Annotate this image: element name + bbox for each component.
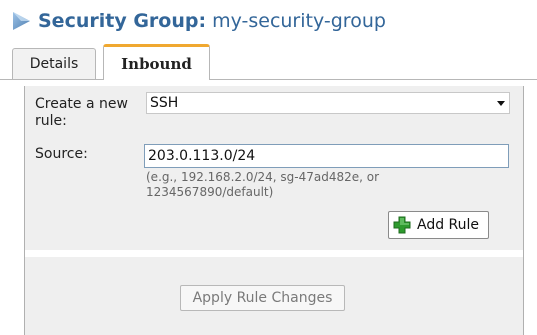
source-input[interactable] bbox=[144, 144, 509, 168]
inbound-panel: Create a new rule: SSH Source: (e.g., 19… bbox=[24, 86, 524, 335]
source-hint: (e.g., 192.168.2.0/24, sg-47ad482e, or 1… bbox=[146, 170, 380, 199]
apply-rule-changes-button[interactable]: Apply Rule Changes bbox=[180, 285, 345, 311]
plus-icon bbox=[393, 216, 411, 234]
page-header: Security Group: my-security-group bbox=[8, 8, 386, 34]
page-title-label: Security Group: bbox=[38, 10, 207, 32]
rule-select-value: SSH bbox=[150, 95, 179, 111]
tab-inbound[interactable]: Inbound bbox=[103, 44, 210, 80]
chevron-down-icon[interactable] bbox=[497, 101, 505, 106]
rule-form: Create a new rule: SSH Source: (e.g., 19… bbox=[25, 86, 523, 250]
divider bbox=[25, 250, 523, 257]
tab-baseline bbox=[0, 79, 537, 80]
page-title-value: my-security-group bbox=[212, 10, 386, 32]
security-group-page: Security Group: my-security-group Detail… bbox=[0, 0, 537, 335]
add-rule-label: Add Rule bbox=[417, 217, 480, 233]
rule-select[interactable]: SSH bbox=[146, 92, 510, 114]
add-rule-button[interactable]: Add Rule bbox=[388, 211, 489, 239]
triangle-arrow-icon bbox=[8, 8, 34, 34]
tab-bar: Details Inbound bbox=[0, 44, 537, 80]
tab-details[interactable]: Details bbox=[12, 48, 96, 79]
source-label: Source: bbox=[35, 146, 88, 162]
rule-label: Create a new rule: bbox=[35, 96, 128, 129]
